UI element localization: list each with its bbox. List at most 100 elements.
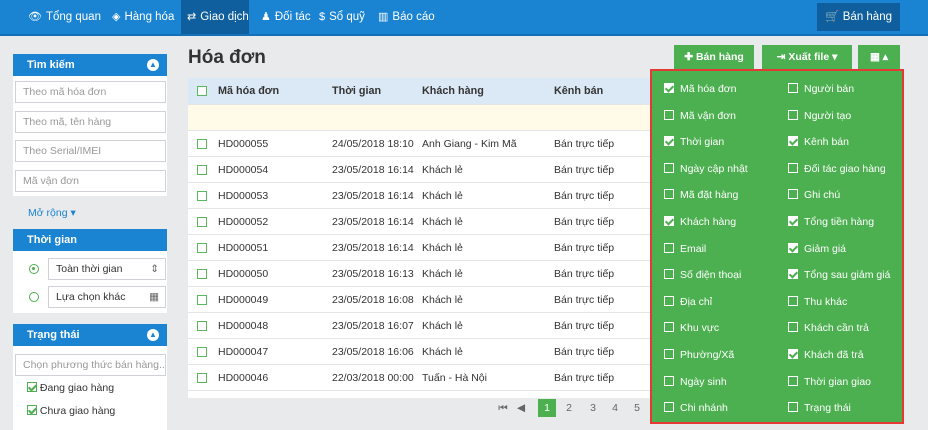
serial-input[interactable]: Theo Serial/IMEI: [15, 140, 166, 162]
page-3[interactable]: 3: [586, 399, 600, 417]
column-option[interactable]: Đối tác giao hàng: [788, 161, 886, 177]
unchecked-box-icon[interactable]: [788, 83, 798, 93]
row-checkbox[interactable]: [197, 217, 207, 227]
unchecked-box-icon[interactable]: [788, 189, 798, 200]
status-delivering[interactable]: Đang giao hàng: [27, 382, 114, 394]
checked-box-icon[interactable]: [788, 242, 798, 253]
filter-row[interactable]: [188, 105, 652, 131]
product-input[interactable]: Theo mã, tên hàng: [15, 111, 166, 133]
column-option[interactable]: Chi nhánh: [664, 400, 728, 416]
column-option[interactable]: Ghi chú: [788, 187, 840, 203]
column-option[interactable]: Tổng sau giảm giá: [788, 267, 890, 283]
page-5[interactable]: 5: [630, 399, 644, 417]
unchecked-box-icon[interactable]: [788, 295, 798, 306]
unchecked-box-icon[interactable]: [664, 295, 674, 306]
unchecked-box-icon[interactable]: [664, 162, 674, 173]
row-checkbox[interactable]: [197, 347, 207, 357]
table-row[interactable]: HD000046 22/03/2018 00:00 Tuấn - Hà Nội Bán…: [188, 365, 652, 391]
expand-link[interactable]: Mở rộng ▾: [28, 207, 76, 219]
unchecked-box-icon[interactable]: [664, 349, 674, 359]
nav-chart[interactable]: ▥ Báo cáo: [372, 0, 435, 34]
row-checkbox[interactable]: [197, 321, 207, 331]
nav-dollar[interactable]: $ Sổ quỹ: [313, 0, 365, 34]
table-row[interactable]: HD000051 23/05/2018 16:14 Khách lẻ Bán trực…: [188, 235, 652, 261]
status-panel-header[interactable]: Trạng thái ▲: [13, 324, 167, 346]
column-option[interactable]: Thu khác: [788, 294, 847, 310]
invoice-code-input[interactable]: Theo mã hóa đơn: [15, 81, 166, 103]
export-button[interactable]: ⇥ Xuất file ▾: [762, 45, 852, 69]
radio-custom-time[interactable]: [29, 292, 39, 302]
sales-method-select[interactable]: Chọn phương thức bán hàng...: [15, 354, 166, 376]
prev-page-button[interactable]: ◀: [514, 399, 528, 417]
unchecked-box-icon[interactable]: [664, 109, 674, 120]
checked-box-icon[interactable]: [664, 216, 674, 226]
nav-person[interactable]: ♟ Đối tác: [255, 0, 311, 34]
unchecked-box-icon[interactable]: [664, 269, 674, 280]
checked-box-icon[interactable]: [788, 136, 798, 147]
row-checkbox[interactable]: [197, 295, 207, 305]
table-row[interactable]: HD000052 23/05/2018 16:14 Khách lẻ Bán trực…: [188, 209, 652, 235]
column-option[interactable]: Trạng thái: [788, 400, 851, 416]
unchecked-box-icon[interactable]: [664, 189, 674, 200]
checked-box-icon[interactable]: [664, 136, 674, 147]
table-row[interactable]: HD000048 23/05/2018 16:07 Khách lẻ Bán trực…: [188, 313, 652, 339]
table-row[interactable]: HD000049 23/05/2018 16:08 Khách lẻ Bán trực…: [188, 287, 652, 313]
column-option[interactable]: Thời gian giao: [788, 374, 871, 390]
unchecked-box-icon[interactable]: [664, 375, 674, 386]
col-header-time[interactable]: Thời gian: [332, 78, 381, 105]
page-2[interactable]: 2: [562, 399, 576, 417]
column-option[interactable]: Khách hàng: [664, 214, 736, 230]
status-not-delivered[interactable]: Chưa giao hàng: [27, 405, 115, 417]
table-row[interactable]: HD000053 23/05/2018 16:14 Khách lẻ Bán trực…: [188, 183, 652, 209]
checked-box-icon[interactable]: [664, 83, 674, 93]
nav-eye[interactable]: 👁 Tổng quan: [22, 0, 101, 34]
column-option[interactable]: Mã hóa đơn: [664, 81, 737, 97]
sell-button-top[interactable]: 🛒 Bán hàng: [817, 3, 900, 31]
row-checkbox[interactable]: [197, 269, 207, 279]
search-panel-header[interactable]: Tìm kiếm ▲: [13, 54, 167, 76]
column-option[interactable]: Mã vận đơn: [664, 108, 736, 124]
shipping-code-input[interactable]: Mã vận đơn: [15, 170, 166, 192]
col-header-channel[interactable]: Kênh bán: [554, 78, 603, 105]
page-4[interactable]: 4: [608, 399, 622, 417]
column-option[interactable]: Số điện thoại: [664, 267, 741, 283]
column-option[interactable]: Tổng tiền hàng: [788, 214, 874, 230]
custom-time-input[interactable]: Lựa chọn khác ▦: [48, 286, 166, 308]
checked-box-icon[interactable]: [788, 349, 798, 359]
row-checkbox[interactable]: [197, 243, 207, 253]
checked-box-icon[interactable]: [788, 269, 798, 280]
checked-box-icon[interactable]: [788, 216, 798, 226]
sell-button[interactable]: ✚ Bán hàng: [674, 45, 754, 69]
column-option[interactable]: Email: [664, 241, 706, 257]
collapse-icon[interactable]: ▲: [147, 329, 159, 341]
collapse-icon[interactable]: ▲: [147, 59, 159, 71]
column-option[interactable]: Khách đã trả: [788, 347, 864, 363]
column-option[interactable]: Phường/Xã: [664, 347, 734, 363]
column-option[interactable]: Giảm giá: [788, 241, 846, 257]
nav-exchange[interactable]: ⇄ Giao dịch: [181, 0, 249, 34]
column-option[interactable]: Khách cần trả: [788, 320, 869, 336]
row-checkbox[interactable]: [197, 191, 207, 201]
row-checkbox[interactable]: [197, 165, 207, 175]
select-all-checkbox[interactable]: [197, 86, 207, 96]
unchecked-box-icon[interactable]: [664, 322, 674, 333]
table-row[interactable]: HD000047 23/05/2018 16:06 Khách lẻ Bán trực…: [188, 339, 652, 365]
radio-all-time[interactable]: [29, 264, 39, 274]
unchecked-box-icon[interactable]: [788, 322, 798, 333]
first-page-button[interactable]: ⏮: [496, 399, 510, 417]
column-option[interactable]: Kênh bán: [788, 134, 849, 150]
nav-cube[interactable]: ◈ Hàng hóa: [106, 0, 176, 34]
row-checkbox[interactable]: [197, 139, 207, 149]
column-option[interactable]: Người tạo: [788, 108, 851, 124]
column-option[interactable]: Thời gian: [664, 134, 724, 150]
unchecked-box-icon[interactable]: [664, 242, 674, 253]
table-row[interactable]: HD000050 23/05/2018 16:13 Khách lẻ Bán trực…: [188, 261, 652, 287]
column-option[interactable]: Ngày sinh: [664, 374, 727, 390]
col-header-code[interactable]: Mã hóa đơn: [218, 78, 279, 105]
all-time-select[interactable]: Toàn thời gian ⇕: [48, 258, 166, 280]
column-option[interactable]: Mã đặt hàng: [664, 187, 738, 203]
unchecked-box-icon[interactable]: [788, 402, 798, 413]
unchecked-box-icon[interactable]: [788, 375, 798, 386]
row-checkbox[interactable]: [197, 373, 207, 383]
column-option[interactable]: Người bán: [788, 81, 854, 97]
